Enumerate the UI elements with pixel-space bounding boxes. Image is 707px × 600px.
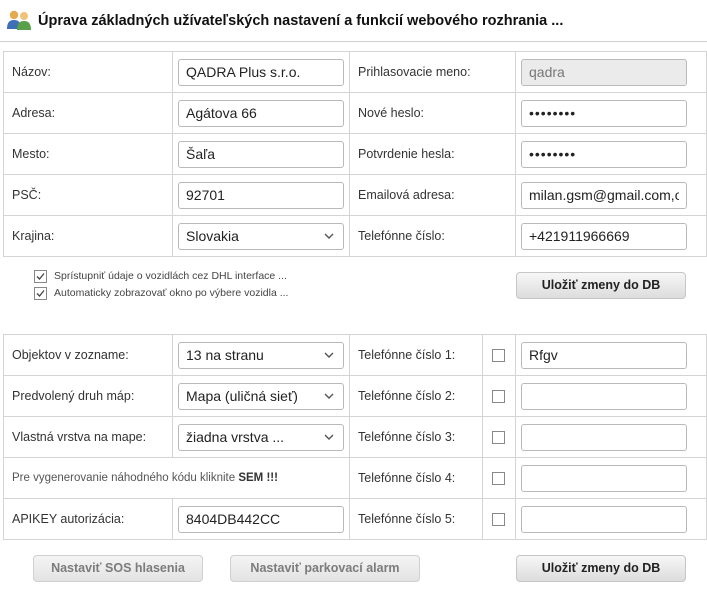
address-label: Adresa: [3, 92, 173, 134]
options-group: Sprístupniť údaje o vozidlách cez DHL in… [34, 268, 288, 302]
phone-4-input[interactable] [521, 464, 687, 492]
login-label: Prihlasovacie meno: [349, 51, 516, 93]
country-select[interactable]: Slovakia [178, 222, 344, 250]
chevron-down-icon [324, 434, 334, 440]
map-type-select[interactable]: Mapa (uličná sieť) [178, 382, 344, 410]
city-input[interactable] [178, 140, 344, 168]
auto-window-option[interactable]: Automaticky zobrazovať okno po výbere vo… [34, 285, 288, 302]
check-icon [36, 289, 45, 297]
phone-2-input[interactable] [521, 382, 687, 410]
login-input[interactable] [521, 58, 687, 86]
phone-1-label: Telefónne číslo 1: [349, 334, 483, 376]
phone-2-checkbox[interactable] [492, 390, 505, 404]
save-button-top[interactable]: Uložiť zmeny do DB [516, 272, 686, 299]
layer-select[interactable]: žiadna vrstva ... [178, 423, 344, 451]
phone-3-label: Telefónne číslo 3: [349, 416, 483, 458]
phone-3-input[interactable] [521, 423, 687, 451]
auto-window-label: Automaticky zobrazovať okno po výbere vo… [54, 287, 289, 299]
random-code-link[interactable]: SEM !!! [238, 472, 278, 484]
chevron-down-icon [324, 393, 334, 399]
save-button-bottom[interactable]: Uložiť zmeny do DB [516, 555, 686, 582]
objects-select-value: 13 na stranu [186, 346, 264, 363]
layer-select-value: žiadna vrstva ... [186, 428, 285, 445]
phone-5-label: Telefónne číslo 5: [349, 498, 483, 540]
address-input[interactable] [178, 99, 344, 127]
phone-input[interactable] [521, 222, 687, 250]
phone-4-label: Telefónne číslo 4: [349, 457, 483, 499]
email-input[interactable] [521, 181, 687, 209]
company-name-input[interactable] [178, 58, 344, 86]
chevron-down-icon [324, 352, 334, 358]
check-icon [36, 272, 45, 280]
phone-3-checkbox[interactable] [492, 431, 505, 445]
chevron-down-icon [324, 233, 334, 239]
objects-label: Objektov v zozname: [3, 334, 173, 376]
zip-input[interactable] [178, 181, 344, 209]
new-password-label: Nové heslo: [349, 92, 516, 134]
map-type-label: Predvolený druh máp: [3, 375, 173, 417]
country-select-value: Slovakia [186, 227, 239, 244]
new-password-input[interactable] [521, 99, 687, 127]
confirm-password-label: Potvrdenie hesla: [349, 133, 516, 175]
display-settings-table: Objektov v zozname: 13 na stranu Telefón… [3, 334, 707, 540]
city-label: Mesto: [3, 133, 173, 175]
country-label: Krajina: [3, 215, 173, 257]
sos-alert-button[interactable]: Nastaviť SOS hlasenia [33, 555, 203, 582]
email-label: Emailová adresa: [349, 174, 516, 216]
random-code-hint-text: Pre vygenerovanie náhodného kódu kliknit… [12, 472, 236, 484]
apikey-label: APIKEY autorizácia: [3, 498, 173, 540]
phone-4-checkbox[interactable] [492, 472, 505, 486]
share-dhl-option[interactable]: Sprístupniť údaje o vozidlách cez DHL in… [34, 268, 288, 285]
header-divider [0, 41, 707, 42]
account-settings-table: Názov: Prihlasovacie meno: Adresa: Nové … [3, 51, 707, 257]
phone-1-checkbox[interactable] [492, 349, 505, 363]
parking-alarm-button[interactable]: Nastaviť parkovací alarm [230, 555, 420, 582]
random-code-hint: Pre vygenerovanie náhodného kódu kliknit… [3, 457, 350, 499]
confirm-password-input[interactable] [521, 140, 687, 168]
phone-1-input[interactable] [521, 341, 687, 369]
zip-label: PSČ: [3, 174, 173, 216]
share-dhl-checkbox[interactable] [34, 269, 47, 283]
layer-label: Vlastná vrstva na mape: [3, 416, 173, 458]
apikey-input[interactable] [178, 505, 344, 533]
phone-5-checkbox[interactable] [492, 513, 505, 527]
map-type-select-value: Mapa (uličná sieť) [186, 387, 298, 404]
auto-window-checkbox[interactable] [34, 286, 47, 300]
name-label: Názov: [3, 51, 173, 93]
page-title: Úprava základných užívateľských nastaven… [38, 13, 564, 29]
phone-label: Telefónne číslo: [349, 215, 516, 257]
objects-select[interactable]: 13 na stranu [178, 341, 344, 369]
phone-2-label: Telefónne číslo 2: [349, 375, 483, 417]
phone-5-input[interactable] [521, 505, 687, 533]
users-icon [7, 10, 31, 30]
share-dhl-label: Sprístupniť údaje o vozidlách cez DHL in… [54, 270, 287, 282]
page-header: Úprava základných užívateľských nastaven… [0, 0, 707, 42]
